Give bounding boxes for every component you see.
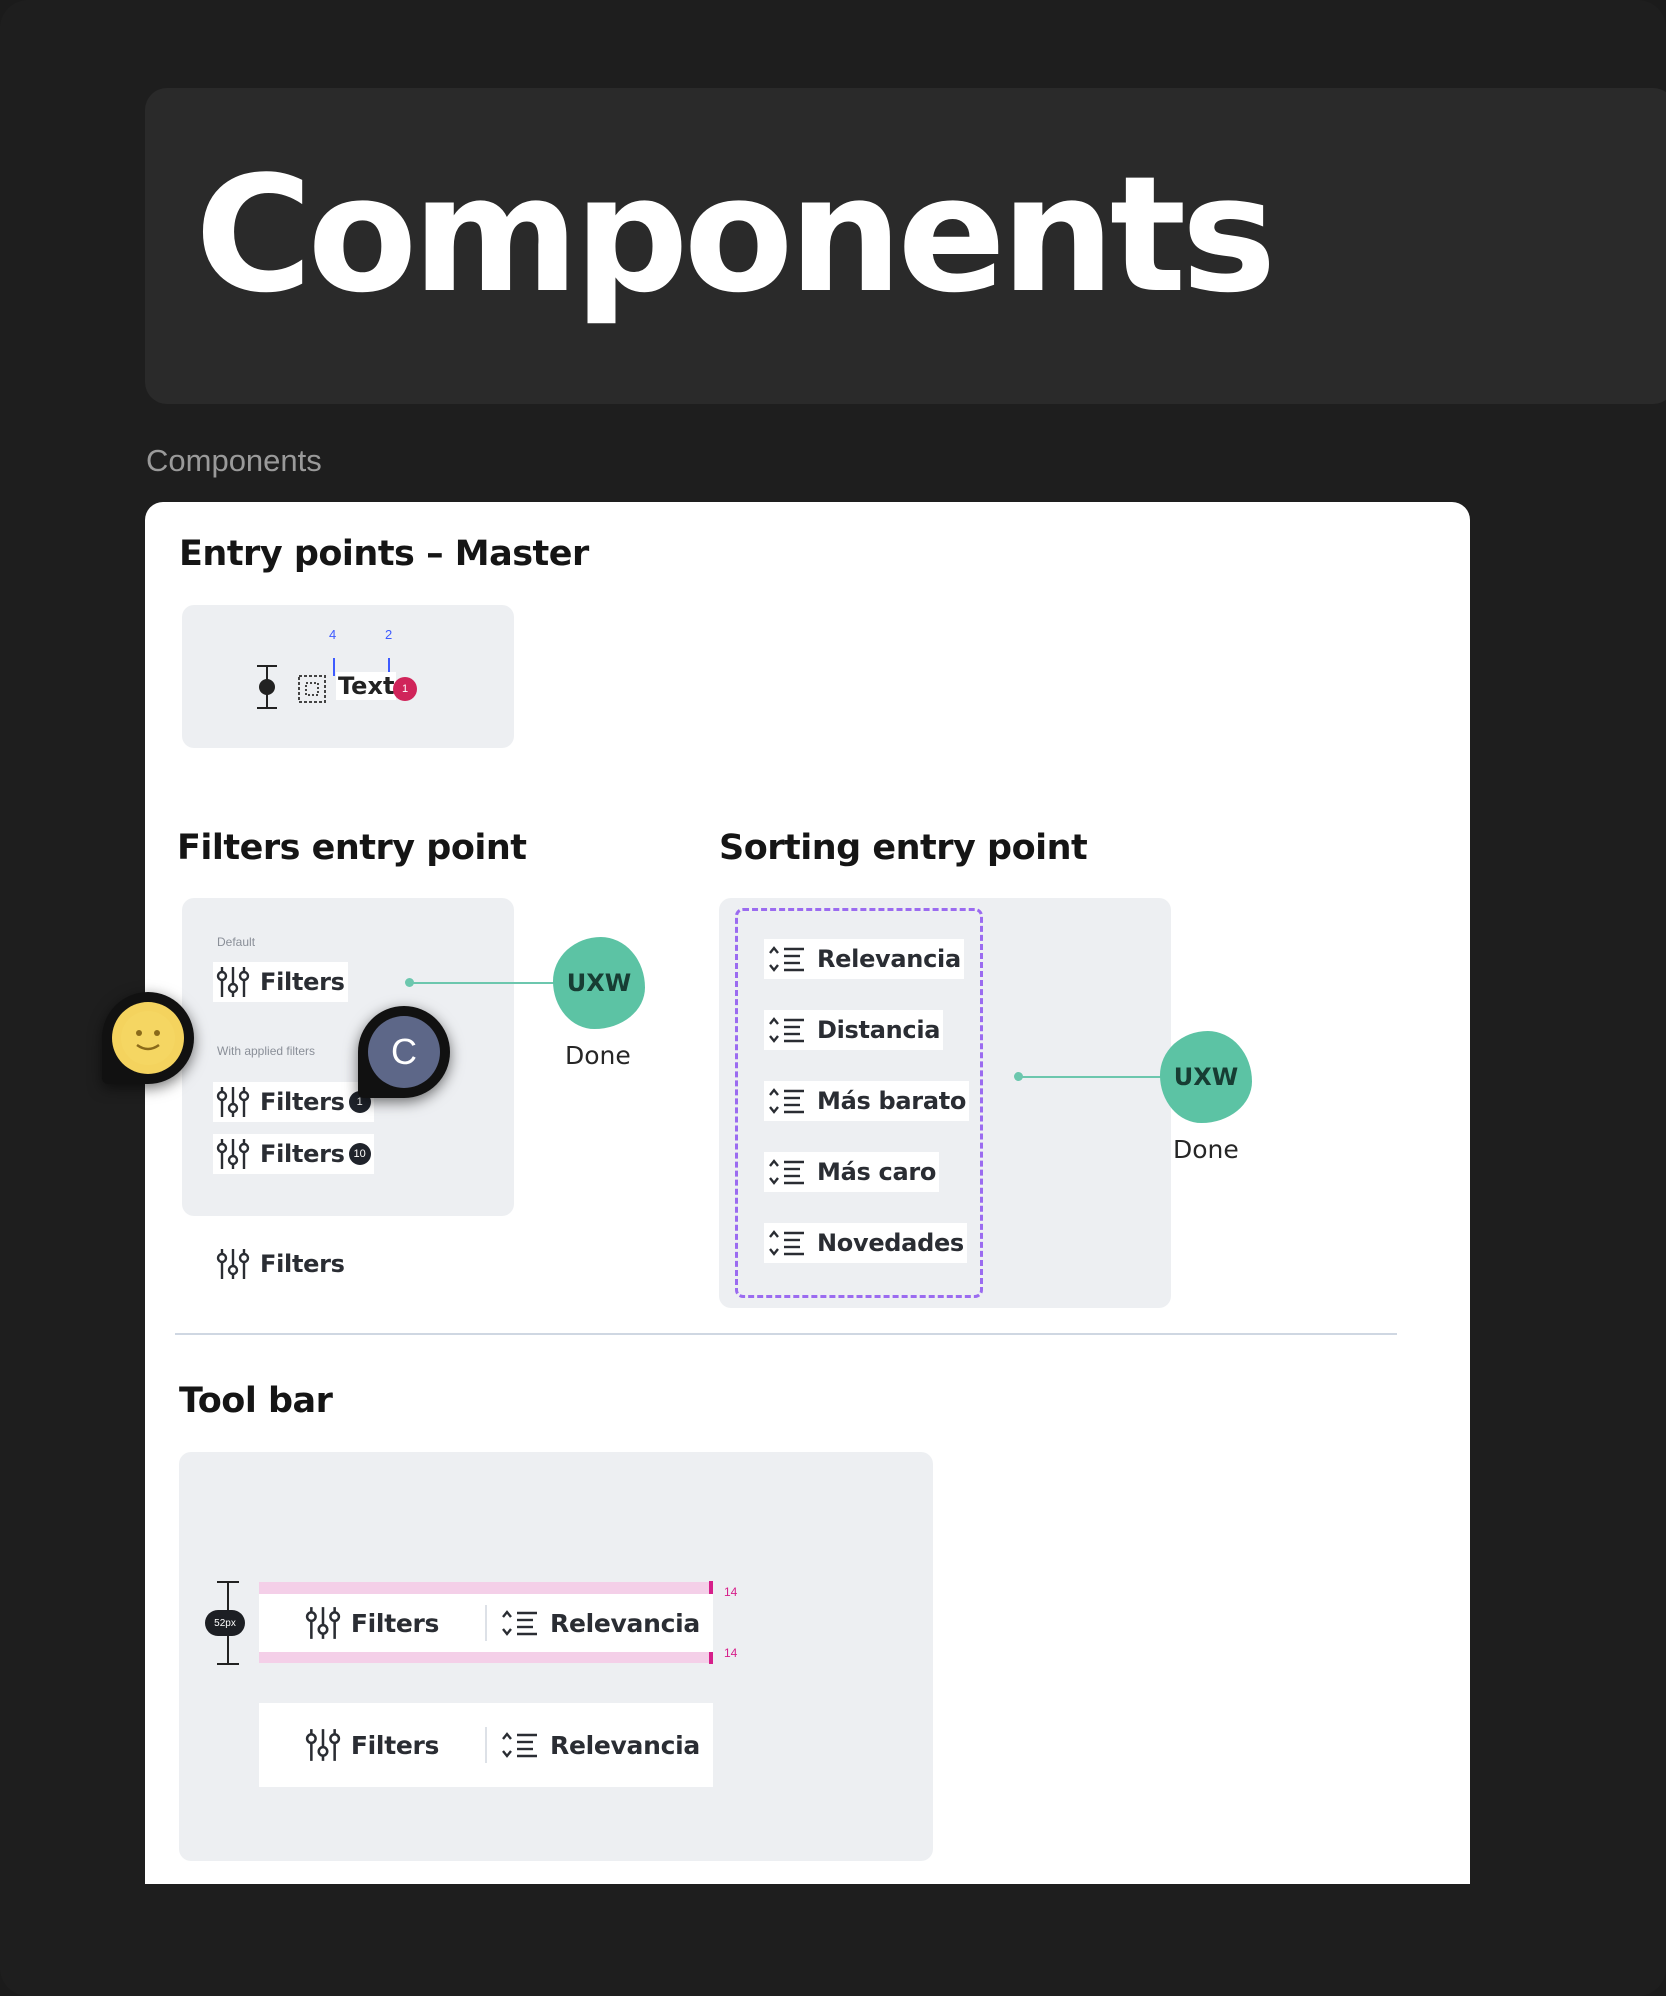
toolbar-filters-label: Filters xyxy=(350,1730,440,1760)
master-text-label: Text xyxy=(336,672,397,700)
sort-icon xyxy=(502,1610,538,1636)
sort-option[interactable]: Novedades xyxy=(764,1223,967,1263)
applied-caption: With applied filters xyxy=(217,1044,316,1058)
toolbar-filters-label: Filters xyxy=(350,1608,440,1638)
toolbar-default[interactable]: Filters Relevancia xyxy=(259,1703,713,1787)
dashed-square-icon xyxy=(298,675,326,703)
sliders-icon xyxy=(305,1607,341,1639)
spacing-value-right: 2 xyxy=(385,627,393,642)
status-done-label: Done xyxy=(1173,1135,1239,1164)
sort-icon xyxy=(769,1017,804,1043)
filters-label: Filters xyxy=(260,1250,345,1278)
avatar-initial: C xyxy=(391,1031,417,1072)
collaborator-avatar-2[interactable]: C xyxy=(358,1006,450,1098)
sort-option-label: Más caro xyxy=(817,1158,937,1186)
canvas: Components Components Entry points – Mas… xyxy=(0,0,1666,1996)
filters-chip-applied-large[interactable]: Filters 10 xyxy=(213,1134,374,1174)
filter-count-badge: 10 xyxy=(348,1143,371,1165)
sorting-entry-title: Sorting entry point xyxy=(719,828,1088,868)
toolbar-filters-button[interactable]: Filters xyxy=(259,1594,485,1652)
filters-entry-title: Filters entry point xyxy=(177,828,527,868)
master-badge: 1 xyxy=(393,677,417,701)
entry-master-title: Entry points – Master xyxy=(179,534,589,574)
sliders-icon xyxy=(216,967,250,997)
height-measure-label: 52px xyxy=(205,1610,245,1636)
filters-label: Filters xyxy=(260,1088,345,1116)
page-title: Components xyxy=(195,141,1277,328)
uxw-status-badge[interactable]: UXW xyxy=(553,937,645,1029)
filters-chip-plain[interactable]: Filters xyxy=(213,1244,348,1284)
toolbar-sort-label: Relevancia xyxy=(550,1608,700,1638)
sort-option-label: Distancia xyxy=(817,1016,941,1044)
sort-icon xyxy=(769,946,804,972)
spacing-guide-left xyxy=(333,658,335,676)
uxw-status-badge[interactable]: UXW xyxy=(1160,1031,1252,1123)
sort-icon xyxy=(769,1088,804,1114)
filters-chip-default[interactable]: Filters xyxy=(213,962,348,1002)
padding-bottom-value: 14 xyxy=(724,1646,738,1660)
section-divider xyxy=(175,1333,1397,1335)
annotation-connector xyxy=(410,982,562,984)
sort-option[interactable]: Más barato xyxy=(764,1081,970,1121)
filters-chip-applied-small[interactable]: Filters 1 xyxy=(213,1082,374,1122)
sort-icon xyxy=(769,1230,804,1256)
sort-option-label: Más barato xyxy=(817,1087,967,1115)
sort-option[interactable]: Relevancia xyxy=(764,939,964,979)
toolbar-filters-button[interactable]: Filters xyxy=(259,1703,485,1787)
default-caption: Default xyxy=(217,935,256,949)
padding-top-value: 14 xyxy=(724,1585,738,1599)
toolbar-with-spacing[interactable]: Filters Relevancia xyxy=(259,1594,713,1652)
sliders-icon xyxy=(305,1729,341,1761)
sort-option[interactable]: Más caro xyxy=(764,1152,940,1192)
sort-option-label: Relevancia xyxy=(817,945,961,973)
sort-icon xyxy=(502,1732,538,1758)
spacing-value-left: 4 xyxy=(329,627,337,642)
status-done-label: Done xyxy=(565,1041,631,1070)
sort-option[interactable]: Distancia xyxy=(764,1010,944,1050)
sliders-icon xyxy=(216,1139,250,1169)
vertical-spacing-icon xyxy=(257,665,277,709)
filters-label: Filters xyxy=(260,1140,345,1168)
filters-label: Filters xyxy=(260,968,345,996)
toolbar-section-title: Tool bar xyxy=(179,1381,333,1421)
sliders-icon xyxy=(216,1087,250,1117)
sort-option-label: Novedades xyxy=(817,1229,964,1257)
smiley-avatar-icon xyxy=(112,1002,184,1074)
sort-icon xyxy=(769,1159,804,1185)
toolbar-sort-button[interactable]: Relevancia xyxy=(487,1703,713,1787)
collaborator-avatar-1[interactable] xyxy=(102,992,194,1084)
sliders-icon xyxy=(216,1249,250,1279)
toolbar-sort-button[interactable]: Relevancia xyxy=(487,1594,713,1652)
toolbar-sort-label: Relevancia xyxy=(550,1730,700,1760)
annotation-connector xyxy=(1019,1076,1169,1078)
frame-label[interactable]: Components xyxy=(146,443,322,479)
